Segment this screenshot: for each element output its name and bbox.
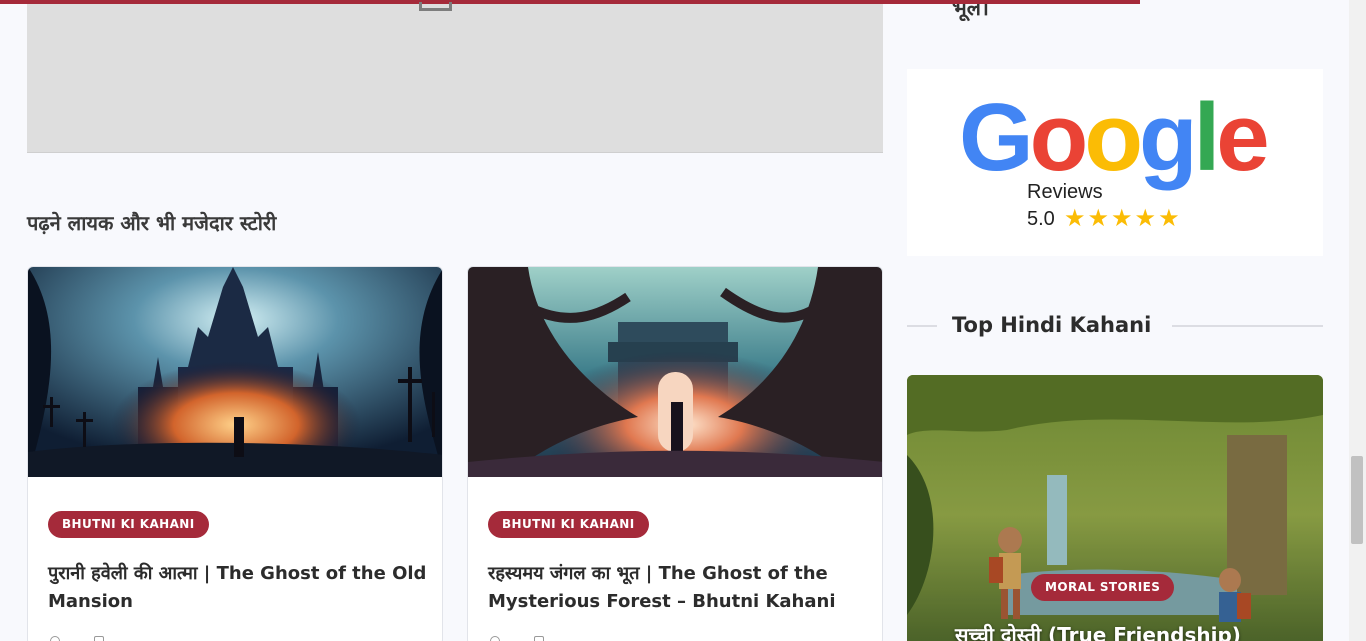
scrollbar-thumb[interactable]: [1351, 456, 1363, 544]
google-reviews-banner[interactable]: Google Reviews 5.0 ★★★★★: [907, 69, 1323, 256]
story-title-link[interactable]: रहस्यमय जंगल का भूत | The Ghost of the M…: [488, 560, 868, 616]
mysterious-forest-image: [468, 267, 882, 477]
widget-title: Top Hindi Kahani: [952, 313, 1152, 337]
category-badge[interactable]: BHUTNI KI KAHANI: [488, 511, 649, 538]
calendar-icon: [534, 636, 544, 641]
top-story-card[interactable]: MORAL STORIES सच्ची दोस्ती (True Friends…: [907, 375, 1323, 641]
related-stories-heading: पढ़ने लायक और भी मजेदार स्टोरी: [27, 211, 277, 235]
calendar-icon: [94, 636, 104, 641]
divider: [907, 325, 937, 327]
story-thumbnail[interactable]: [468, 267, 882, 477]
author-icon: [490, 636, 500, 641]
rating-stars-icon: ★★★★★: [1064, 204, 1182, 232]
story-title-link[interactable]: पुरानी हवेली की आत्मा | The Ghost of the…: [48, 560, 428, 616]
google-logo: Google: [959, 84, 1270, 191]
haunted-mansion-image: [28, 267, 442, 477]
google-rating-value: 5.0: [1027, 208, 1055, 230]
divider: [1172, 325, 1323, 327]
category-badge[interactable]: MORAL STORIES: [1031, 574, 1175, 601]
ad-close-handle-icon[interactable]: [419, 2, 452, 11]
top-story-title-link[interactable]: सच्ची दोस्ती (True Friendship): [955, 621, 1241, 641]
story-meta: [48, 633, 128, 641]
google-reviews-label: Reviews: [1027, 181, 1103, 203]
story-card[interactable]: BHUTNI KI KAHANI पुरानी हवेली की आत्मा |…: [27, 266, 443, 641]
advertisement-placeholder[interactable]: [27, 0, 883, 153]
reading-progress-bar: [0, 0, 1140, 11]
story-meta: [488, 633, 568, 641]
author-icon: [50, 636, 60, 641]
page-scrollbar[interactable]: [1349, 0, 1366, 641]
story-card[interactable]: BHUTNI KI KAHANI रहस्यमय जंगल का भूत | T…: [467, 266, 883, 641]
story-thumbnail[interactable]: [28, 267, 442, 477]
top-kahani-widget-header: Top Hindi Kahani: [907, 311, 1323, 341]
jungle-friends-image: [907, 375, 1323, 641]
category-badge[interactable]: BHUTNI KI KAHANI: [48, 511, 209, 538]
